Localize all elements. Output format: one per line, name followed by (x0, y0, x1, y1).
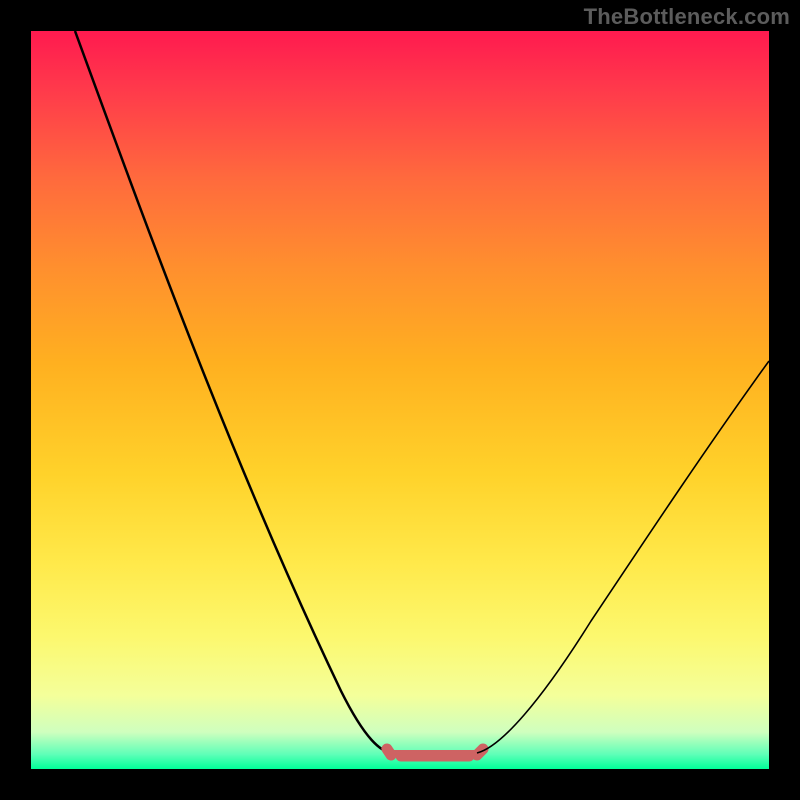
watermark-text: TheBottleneck.com (584, 4, 790, 30)
chart-frame: TheBottleneck.com (0, 0, 800, 800)
plot-area (31, 31, 769, 769)
bottleneck-curve (31, 31, 769, 769)
